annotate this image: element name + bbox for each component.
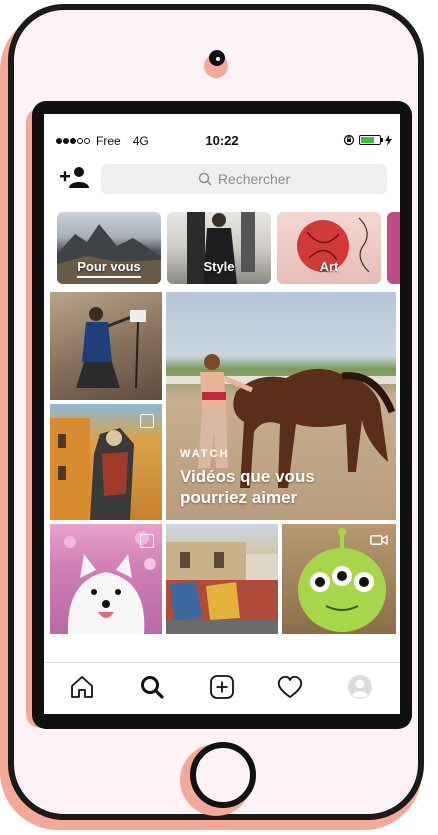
tab-search[interactable]	[138, 673, 166, 701]
chip-pour-vous[interactable]: Pour vous	[57, 212, 161, 284]
tab-activity[interactable]	[276, 673, 304, 701]
tab-home[interactable]	[68, 673, 96, 701]
search-icon	[141, 676, 164, 699]
search-icon	[198, 172, 212, 186]
bottom-tab-bar	[44, 662, 400, 709]
chip-more[interactable]	[387, 212, 400, 284]
tab-profile[interactable]	[346, 673, 374, 701]
add-person-icon[interactable]	[60, 166, 90, 188]
tile-samoyed[interactable]	[50, 524, 162, 634]
chip-label: Pour vous	[57, 259, 161, 278]
tile-building[interactable]	[166, 524, 278, 634]
watch-eyebrow: WATCH	[180, 448, 230, 460]
chip-label: Style	[203, 259, 235, 274]
search-input[interactable]: Rechercher	[101, 164, 387, 194]
battery-icon	[359, 135, 383, 145]
status-icons	[343, 134, 392, 146]
tile-horse-video[interactable]: WATCH Vidéos que vous pourriez aimer	[166, 292, 396, 520]
building-image	[166, 542, 278, 634]
multi-photo-badge-icon	[140, 414, 154, 428]
tile-alien-toy[interactable]	[282, 524, 396, 634]
add-post-icon	[210, 675, 234, 699]
tile-violinist[interactable]	[50, 292, 162, 400]
chip-label: Art	[319, 259, 339, 274]
multi-photo-badge-icon	[140, 534, 154, 548]
video-camera-icon	[370, 534, 388, 546]
rotation-lock-icon	[343, 134, 355, 146]
status-bar: Free 4G 10:22	[44, 130, 400, 150]
category-chips: Pour vous Style Art	[57, 212, 400, 284]
front-camera-icon	[209, 50, 225, 66]
chip-art[interactable]: Art	[277, 212, 381, 284]
heart-icon	[277, 675, 303, 698]
charging-icon	[385, 134, 392, 146]
app-screen: Free 4G 10:22 Rechercher Pour vous Style…	[44, 114, 400, 714]
home-button[interactable]	[190, 742, 256, 808]
watch-title: Vidéos que vous pourriez aimer	[180, 467, 315, 507]
tab-new-post[interactable]	[208, 673, 236, 701]
tile-street-art[interactable]	[50, 404, 162, 520]
search-placeholder: Rechercher	[217, 171, 291, 187]
violinist-image	[76, 307, 146, 389]
home-icon	[71, 676, 93, 698]
profile-icon	[348, 675, 372, 699]
chip-style[interactable]: Style	[167, 212, 271, 284]
